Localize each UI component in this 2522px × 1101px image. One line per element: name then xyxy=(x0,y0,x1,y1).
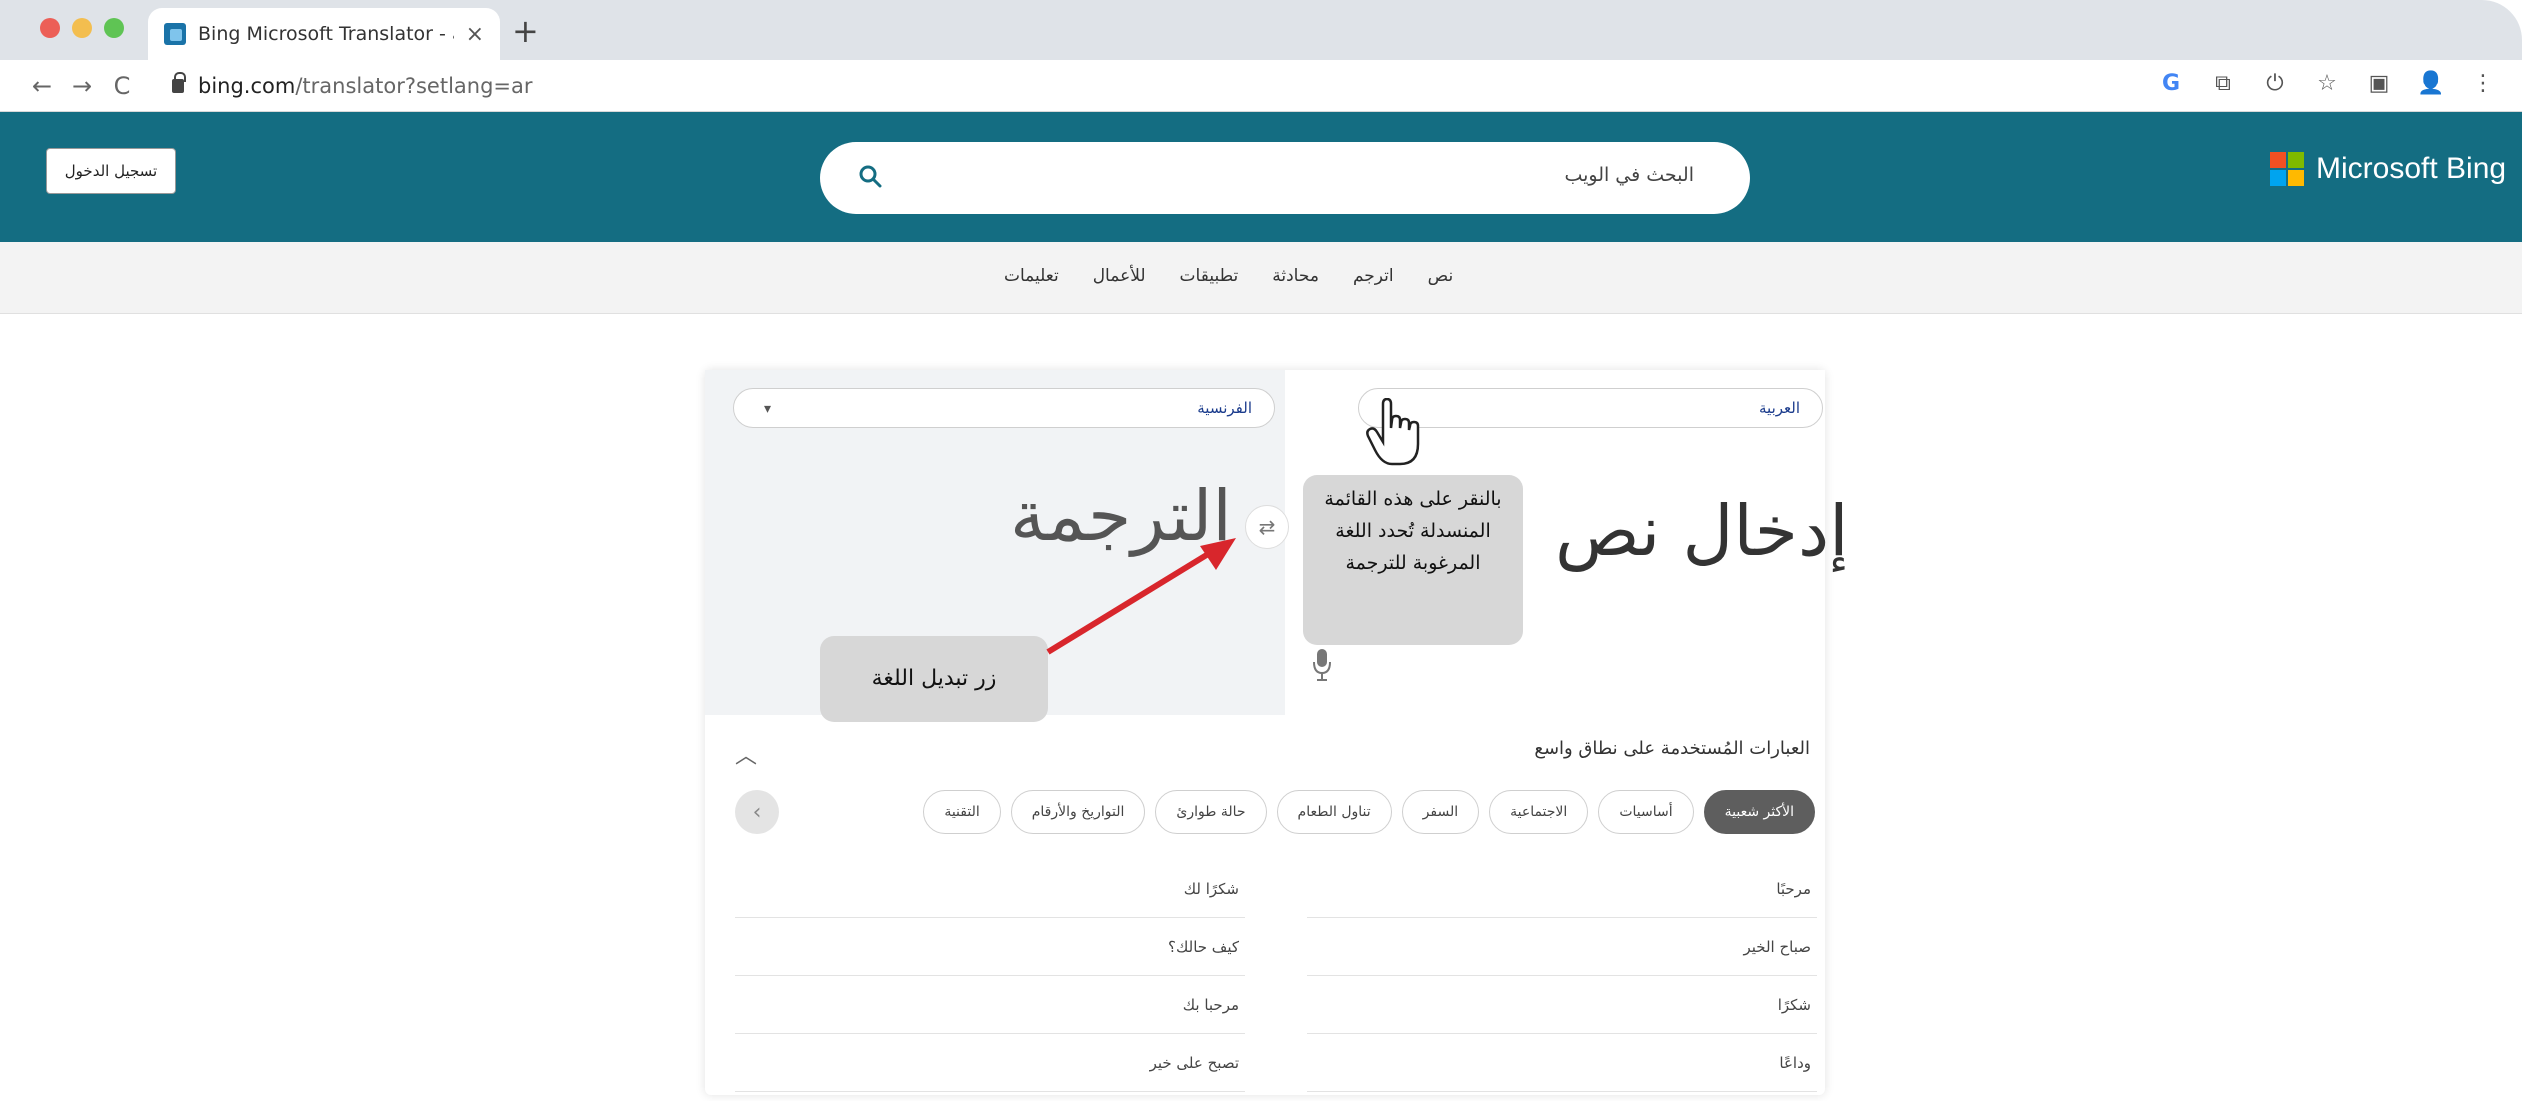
window-close-icon[interactable] xyxy=(40,18,60,38)
search-icon[interactable] xyxy=(858,164,882,188)
subnav-item-business[interactable]: للأعمال xyxy=(1093,266,1146,286)
window-maximize-icon[interactable] xyxy=(104,18,124,38)
phrase-item[interactable]: مرحبًا xyxy=(1307,860,1817,918)
dropdown-hint-callout: بالنقر على هذه القائمة المنسدلة تُحدد ال… xyxy=(1303,475,1523,645)
chip-basics[interactable]: أساسيات xyxy=(1598,790,1694,834)
chevron-left-icon[interactable]: ‹ xyxy=(735,790,779,834)
forward-button[interactable]: → xyxy=(62,72,102,100)
google-icon[interactable]: G xyxy=(2156,68,2186,98)
tab-close-icon[interactable]: × xyxy=(466,22,484,47)
phrase-item[interactable]: شكرًا لك xyxy=(735,860,1245,918)
microsoft-bing-logo[interactable]: Microsoft Bing xyxy=(2270,152,2506,186)
phrase-item[interactable]: شكرًا xyxy=(1307,976,1817,1034)
logo-square-red xyxy=(2270,152,2286,168)
chevron-up-icon[interactable]: ︿ xyxy=(735,738,757,770)
swap-languages-button[interactable]: ⇄ xyxy=(1245,505,1289,549)
bookmark-star-icon[interactable]: ☆ xyxy=(2312,68,2342,98)
sidebar-icon[interactable]: ▣ xyxy=(2364,68,2394,98)
chip-most-popular[interactable]: الأكثر شعبية xyxy=(1703,790,1815,834)
url-host: bing.com xyxy=(198,73,296,98)
bing-translator-favicon-icon xyxy=(164,23,186,45)
logo-square-yellow xyxy=(2288,170,2304,186)
translate-page-icon[interactable]: ⧉ xyxy=(2208,68,2238,98)
brand-name: Microsoft Bing xyxy=(2316,152,2507,185)
browser-tab[interactable]: Bing Microsoft Translator - عربية × xyxy=(148,8,500,60)
signin-button[interactable]: تسجيل الدخول xyxy=(46,148,176,194)
phrase-category-chips: الأكثر شعبية أساسيات الاجتماعية السفر تن… xyxy=(870,790,1815,834)
phrase-list-right: مرحبًا صباح الخير شكرًا وداعًا xyxy=(1307,860,1817,1092)
source-text-input[interactable]: إدخال نص xyxy=(1555,490,1849,572)
subnav-item-help[interactable]: تعليمات xyxy=(1004,266,1059,286)
phrase-list-left: شكرًا لك كيف حالك؟ مرحبا بك تصبح على خير xyxy=(735,860,1245,1092)
share-icon[interactable]: ⏻ xyxy=(2260,68,2290,98)
annotation-arrow-icon xyxy=(1046,538,1236,655)
phrase-item[interactable]: وداعًا xyxy=(1307,1034,1817,1092)
chip-emergency[interactable]: حالة طوارئ xyxy=(1155,790,1267,834)
lock-icon[interactable] xyxy=(172,71,186,93)
phrase-item[interactable]: تصبح على خير xyxy=(735,1034,1245,1092)
chip-social[interactable]: الاجتماعية xyxy=(1489,790,1589,834)
browser-toolbar: G ⧉ ⏻ ☆ ▣ 👤 ⋮ xyxy=(2156,68,2498,98)
bing-header: تسجيل الدخول البحث في الويب Microsoft Bi… xyxy=(0,112,2522,242)
subnav-item-conversation[interactable]: محادثة xyxy=(1272,266,1319,286)
chip-travel[interactable]: السفر xyxy=(1401,790,1480,834)
chip-technology[interactable]: التقنية xyxy=(923,790,1001,834)
phrase-item[interactable]: صباح الخير xyxy=(1307,918,1817,976)
swap-hint-callout: زر تبديل اللغة xyxy=(820,636,1048,722)
search-box[interactable]: البحث في الويب xyxy=(820,142,1750,214)
subnav-items: نص اترجم محادثة تطبيقات للأعمال تعليمات xyxy=(1004,266,1453,286)
profile-icon[interactable]: 👤 xyxy=(2416,68,2446,98)
address-bar-row: ← → C bing.com/translator?setlang=ar G ⧉… xyxy=(0,60,2522,112)
hand-cursor-icon xyxy=(1366,398,1420,466)
source-language-dropdown[interactable]: العربية xyxy=(1358,388,1823,428)
window-minimize-icon[interactable] xyxy=(72,18,92,38)
logo-square-green xyxy=(2288,152,2304,168)
phrase-item[interactable]: كيف حالك؟ xyxy=(735,918,1245,976)
more-menu-icon[interactable]: ⋮ xyxy=(2468,68,2498,98)
new-tab-button[interactable]: + xyxy=(512,12,539,50)
chip-dining[interactable]: تناول الطعام xyxy=(1276,790,1392,834)
subnav-item-text[interactable]: نص xyxy=(1428,266,1454,286)
search-input[interactable]: البحث في الويب xyxy=(1564,164,1694,186)
phrase-item[interactable]: مرحبا بك xyxy=(735,976,1245,1034)
logo-square-blue xyxy=(2270,170,2286,186)
microphone-icon[interactable] xyxy=(1312,648,1332,684)
tab-title: Bing Microsoft Translator - عربية xyxy=(198,23,454,45)
reload-button[interactable]: C xyxy=(102,72,142,100)
target-language-label: الفرنسية xyxy=(1197,399,1252,417)
chip-dates-numbers[interactable]: التواريخ والأرقام xyxy=(1010,790,1146,834)
back-button[interactable]: ← xyxy=(22,72,62,100)
microsoft-logo-icon xyxy=(2270,152,2304,186)
common-phrases-title: العبارات المُستخدمة على نطاق واسع xyxy=(1534,738,1810,759)
url-path: /translator?setlang=ar xyxy=(295,73,533,98)
translator-subnav: نص اترجم محادثة تطبيقات للأعمال تعليمات xyxy=(0,242,2522,314)
target-language-dropdown[interactable]: الفرنسية ▾ xyxy=(733,388,1275,428)
subnav-item-translate[interactable]: اترجم xyxy=(1353,266,1394,286)
browser-tab-bar: Bing Microsoft Translator - عربية × + xyxy=(0,0,2522,60)
chevron-down-icon: ▾ xyxy=(764,401,772,417)
url-field[interactable]: bing.com/translator?setlang=ar xyxy=(198,74,533,98)
source-language-label: العربية xyxy=(1759,399,1800,417)
subnav-item-apps[interactable]: تطبيقات xyxy=(1180,266,1239,286)
